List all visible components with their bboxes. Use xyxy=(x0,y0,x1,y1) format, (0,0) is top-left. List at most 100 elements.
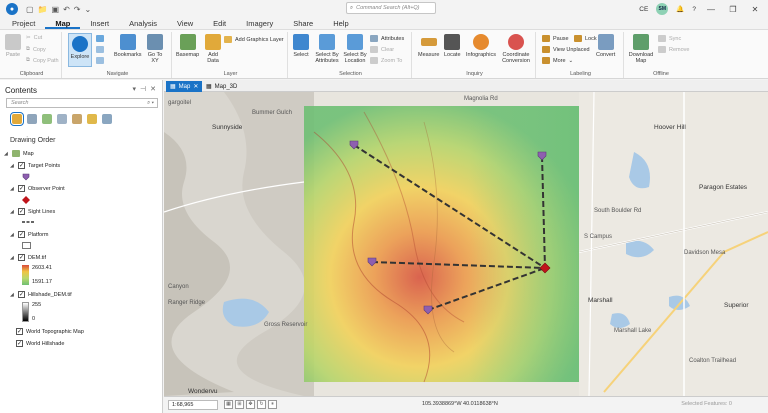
convert-button[interactable]: Convert xyxy=(596,34,615,58)
close-icon[interactable]: ✕ xyxy=(193,83,198,90)
layer-target-points[interactable]: ◢ ✓ Target Points xyxy=(10,162,60,169)
collapse-icon[interactable]: ◢ xyxy=(10,186,15,192)
collapse-icon[interactable]: ◢ xyxy=(10,232,15,238)
layer-world-hillshade[interactable]: ✓ World Hillshade xyxy=(16,340,64,347)
pane-options-icon[interactable]: ▾ xyxy=(133,85,137,93)
customize-icon[interactable]: ⌄ xyxy=(85,5,92,14)
list-by-labeling-icon[interactable] xyxy=(87,114,97,124)
copy-path-button[interactable]: ⧉ Copy Path xyxy=(26,57,59,64)
layer-observer-point[interactable]: ◢ ✓ Observer Point xyxy=(10,185,65,192)
select-button[interactable]: Select xyxy=(293,34,309,58)
scale-selector[interactable]: 1:68,965 xyxy=(168,400,218,410)
pause-drawing-icon[interactable]: ⏸ xyxy=(268,400,277,409)
pin-icon[interactable]: ⊣ xyxy=(140,85,146,93)
basemap-button[interactable]: Basemap xyxy=(176,34,199,58)
save-icon[interactable]: ▣ xyxy=(52,5,60,14)
layer-world-topographic-map[interactable]: ✓ World Topographic Map xyxy=(16,328,84,335)
remove-button[interactable]: Remove xyxy=(658,46,689,53)
tab-map-3d[interactable]: ▦ Map_3D xyxy=(202,81,241,92)
map-view[interactable]: gargoitel Sunnyside Bummer Gulch Magnoli… xyxy=(164,92,768,396)
user-initials[interactable]: CE xyxy=(639,6,648,13)
download-map-button[interactable]: Download Map xyxy=(628,34,654,64)
new-project-icon[interactable]: ▢ xyxy=(26,5,34,14)
tab-edit[interactable]: Edit xyxy=(203,18,236,29)
visibility-checkbox[interactable]: ✓ xyxy=(18,254,25,261)
rotate-icon[interactable]: ↻ xyxy=(257,400,266,409)
visibility-checkbox[interactable]: ✓ xyxy=(18,231,25,238)
explore-button[interactable]: Explore xyxy=(68,33,92,67)
add-graphics-layer-button[interactable]: Add Graphics Layer xyxy=(224,36,284,43)
cut-button[interactable]: ✂ Cut xyxy=(26,35,42,41)
notification-icon[interactable]: 🔔 xyxy=(676,5,684,13)
help-button[interactable]: ? xyxy=(692,6,696,13)
list-by-source-icon[interactable] xyxy=(27,114,37,124)
zoom-to-button[interactable]: Zoom To xyxy=(370,57,402,64)
go-to-xy-button[interactable]: Go To XY xyxy=(146,34,164,64)
pause-button[interactable]: Pause xyxy=(542,35,569,42)
redo-icon[interactable]: ↷ xyxy=(74,5,81,14)
collapse-icon[interactable]: ◢ xyxy=(10,292,15,298)
tab-imagery[interactable]: Imagery xyxy=(236,18,283,29)
paste-button[interactable]: Paste xyxy=(5,34,21,58)
undo-icon[interactable]: ↶ xyxy=(63,5,70,14)
tab-help[interactable]: Help xyxy=(323,18,358,29)
sight-lines-symbol[interactable] xyxy=(22,219,34,225)
avatar[interactable]: SM xyxy=(656,3,669,15)
list-by-charts-icon[interactable] xyxy=(102,114,112,124)
zoom-in-button[interactable] xyxy=(96,46,104,53)
pan-icon[interactable]: ✥ xyxy=(246,400,255,409)
map-node[interactable]: ◢ Map xyxy=(4,150,34,157)
more-button[interactable]: More ⌄ xyxy=(542,57,573,64)
select-by-location-button[interactable]: Select By Location xyxy=(342,34,368,64)
tab-project[interactable]: Project xyxy=(2,18,45,29)
collapse-icon[interactable]: ◢ xyxy=(4,151,9,157)
previous-extent-button[interactable] xyxy=(96,57,104,64)
list-by-drawing-order-icon[interactable] xyxy=(10,112,24,126)
attributes-button[interactable]: Attributes xyxy=(370,35,404,42)
map-canvas[interactable] xyxy=(164,92,768,396)
command-search-input[interactable]: ⌕ Command Search (Alt+Q) xyxy=(346,2,436,14)
tab-view[interactable]: View xyxy=(167,18,203,29)
open-icon[interactable]: 📁 xyxy=(38,5,48,14)
tab-map[interactable]: Map xyxy=(45,18,81,29)
clear-button[interactable]: Clear xyxy=(370,46,394,53)
collapse-icon[interactable]: ◢ xyxy=(10,209,15,215)
close-button[interactable]: ✕ xyxy=(748,5,762,14)
visibility-checkbox[interactable]: ✓ xyxy=(16,340,23,347)
tab-share[interactable]: Share xyxy=(283,18,323,29)
restore-button[interactable]: ❐ xyxy=(726,5,740,14)
full-extent-button[interactable] xyxy=(96,35,104,42)
fixed-zoom-icon[interactable]: ▦ xyxy=(224,400,233,409)
visibility-checkbox[interactable]: ✓ xyxy=(18,185,25,192)
list-by-selection-icon[interactable] xyxy=(42,114,52,124)
target-points-symbol[interactable] xyxy=(22,173,30,181)
layer-hillshade-dem[interactable]: ◢ ✓ Hillshade_DEM.tif xyxy=(10,291,72,298)
select-by-attributes-button[interactable]: Select By Attributes xyxy=(314,34,340,64)
add-data-button[interactable]: Add Data xyxy=(204,34,222,64)
measure-button[interactable]: Measure xyxy=(418,34,439,58)
copy-button[interactable]: ⧉ Copy xyxy=(26,46,46,53)
sync-button[interactable]: Sync xyxy=(658,35,681,42)
lock-button[interactable]: Lock xyxy=(574,35,597,42)
layer-platform[interactable]: ◢ ✓ Platform xyxy=(10,231,48,238)
layer-sight-lines[interactable]: ◢ ✓ Sight Lines xyxy=(10,208,55,215)
coordinate-conversion-button[interactable]: Coordinate Conversion xyxy=(500,34,532,64)
list-by-editing-icon[interactable] xyxy=(57,114,67,124)
visibility-checkbox[interactable]: ✓ xyxy=(16,328,23,335)
layer-dem[interactable]: ◢ ✓ DEM.tif xyxy=(10,254,46,261)
tab-map-view[interactable]: ▦ Map ✕ xyxy=(166,81,203,92)
locate-button[interactable]: Locate xyxy=(444,34,461,58)
visibility-checkbox[interactable]: ✓ xyxy=(18,291,25,298)
view-unplaced-button[interactable]: View Unplaced xyxy=(542,46,590,53)
collapse-icon[interactable]: ◢ xyxy=(10,163,15,169)
close-icon[interactable]: ✕ xyxy=(150,85,156,93)
observer-point-symbol[interactable] xyxy=(22,196,30,204)
tab-insert[interactable]: Insert xyxy=(80,18,119,29)
visibility-checkbox[interactable]: ✓ xyxy=(18,208,25,215)
bookmarks-button[interactable]: Bookmarks xyxy=(114,34,142,58)
list-by-snapping-icon[interactable] xyxy=(72,114,82,124)
minimize-button[interactable]: — xyxy=(704,5,718,14)
visibility-checkbox[interactable]: ✓ xyxy=(18,162,25,169)
contents-search-input[interactable]: Search ⌕ ▾ xyxy=(6,98,158,108)
tab-analysis[interactable]: Analysis xyxy=(119,18,167,29)
